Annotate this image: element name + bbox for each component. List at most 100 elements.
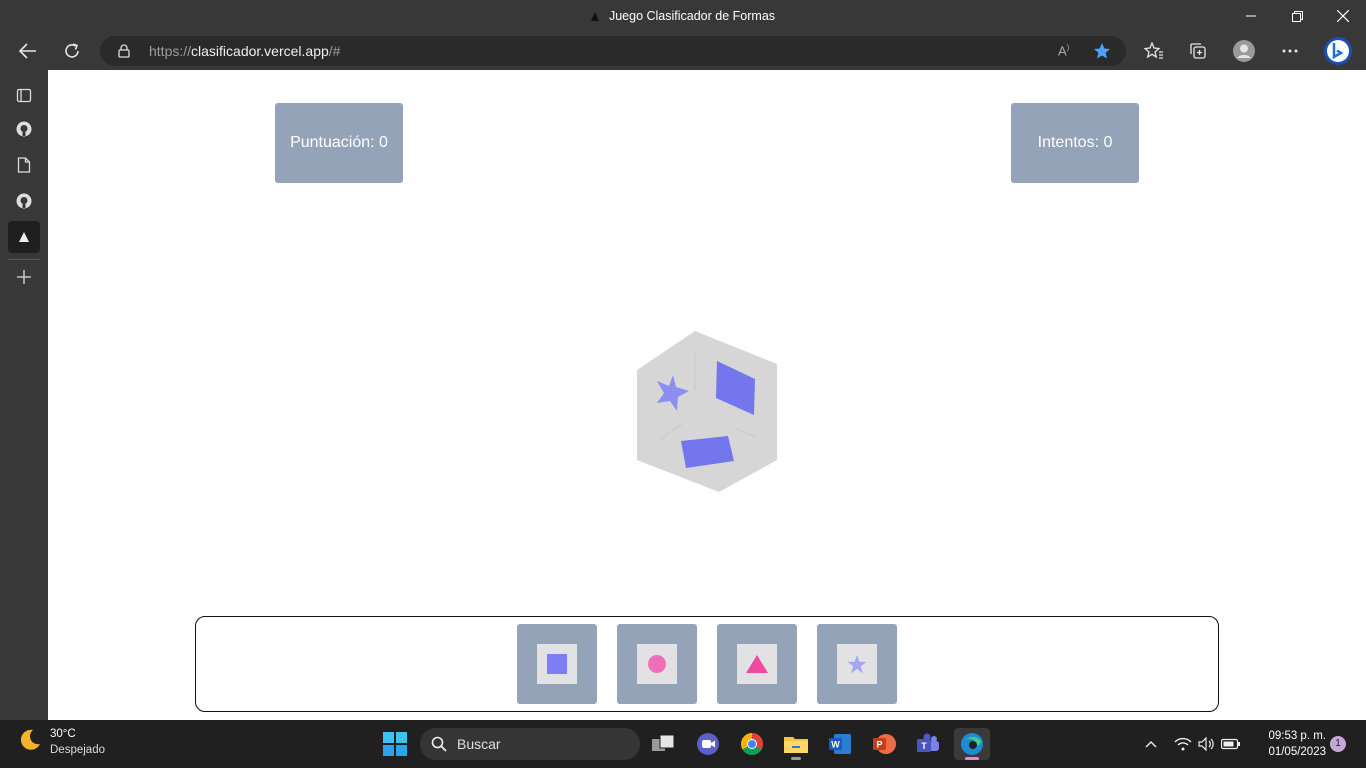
tab-actions-icon — [16, 88, 32, 103]
window-title-text: Juego Clasificador de Formas — [608, 9, 776, 23]
slot-star[interactable] — [817, 624, 897, 704]
battery-status[interactable] — [1220, 732, 1242, 756]
battery-icon — [1221, 738, 1240, 750]
volume-status[interactable] — [1196, 732, 1218, 756]
taskbar-clock[interactable]: 09:53 p. m. 01/05/2023 — [1250, 728, 1326, 760]
moon-icon — [20, 729, 40, 750]
shape-die[interactable] — [637, 331, 777, 492]
taskbar-search[interactable]: Buscar — [420, 728, 640, 760]
slot-square-target — [537, 644, 577, 684]
triangle-icon — [746, 655, 768, 673]
edge-button[interactable] — [954, 728, 990, 760]
github-icon — [16, 193, 32, 209]
teams-icon: T — [917, 733, 939, 752]
restore-icon — [1291, 10, 1303, 22]
new-tab-button[interactable] — [8, 261, 40, 293]
title-bar: Juego Clasificador de Formas — [0, 0, 1366, 32]
word-icon: W — [829, 734, 851, 754]
tab-actions-button[interactable] — [8, 79, 40, 111]
url-scheme: https:// — [149, 43, 192, 59]
chrome-icon — [741, 733, 763, 755]
svg-text:P: P — [876, 740, 882, 750]
settings-more-button[interactable] — [1274, 36, 1306, 66]
more-dots-icon — [1282, 49, 1298, 53]
close-window-button[interactable] — [1320, 0, 1366, 32]
slot-square[interactable] — [517, 624, 597, 704]
weather-widget[interactable]: 30°C Despejado — [18, 728, 105, 757]
refresh-icon — [65, 43, 79, 58]
word-button[interactable]: W — [822, 728, 858, 760]
minimize-icon — [1246, 15, 1256, 17]
wifi-icon — [1174, 737, 1192, 751]
notification-badge[interactable]: 1 — [1330, 736, 1346, 752]
url-host: clasificador.vercel.app — [191, 43, 329, 59]
running-indicator — [791, 757, 801, 760]
sidebar-divider — [8, 259, 40, 260]
close-icon — [1337, 10, 1349, 22]
bing-copilot-button[interactable] — [1320, 36, 1356, 66]
tab-github-2[interactable] — [8, 185, 40, 217]
site-logo-icon — [590, 12, 599, 21]
slot-triangle-target — [737, 644, 777, 684]
windows-start-icon — [383, 732, 407, 756]
bing-icon — [1324, 37, 1352, 65]
teams-button[interactable]: T — [910, 728, 946, 760]
speaker-icon — [1198, 737, 1214, 751]
wifi-status[interactable] — [1172, 732, 1194, 756]
url-text: https://clasificador.vercel.app/# — [149, 43, 340, 59]
lock-icon — [118, 44, 130, 58]
back-arrow-icon — [19, 43, 36, 59]
address-bar[interactable]: https://clasificador.vercel.app/# A) — [100, 36, 1126, 66]
svg-text:T: T — [921, 741, 927, 751]
sorting-board — [195, 616, 1219, 712]
powerpoint-button[interactable]: P — [866, 728, 902, 760]
slot-circle-target — [637, 644, 677, 684]
tab-document[interactable] — [8, 149, 40, 181]
favorite-star-icon[interactable] — [1093, 42, 1111, 60]
active-indicator — [965, 757, 979, 760]
url-path: /# — [328, 43, 341, 59]
plus-icon — [17, 270, 31, 284]
powerpoint-icon: P — [873, 734, 896, 754]
circle-icon — [648, 655, 666, 673]
search-label: Buscar — [457, 736, 501, 752]
browser-toolbar: https://clasificador.vercel.app/# A) — [0, 32, 1366, 70]
die-face — [637, 331, 777, 492]
chevron-up-icon — [1145, 741, 1157, 748]
start-button[interactable] — [377, 728, 413, 760]
restore-button[interactable] — [1274, 0, 1320, 32]
slot-circle[interactable] — [617, 624, 697, 704]
svg-text:W: W — [831, 740, 840, 750]
show-hidden-icons-button[interactable] — [1140, 732, 1162, 756]
github-icon — [16, 121, 32, 137]
weather-condition: Despejado — [50, 744, 105, 756]
edge-icon — [961, 733, 983, 755]
collections-icon — [1190, 43, 1206, 59]
square-icon — [547, 654, 567, 674]
star-icon — [847, 654, 867, 673]
favorites-icon — [1144, 42, 1163, 59]
task-view-button[interactable] — [646, 728, 682, 760]
slot-triangle[interactable] — [717, 624, 797, 704]
taskbar: 30°C Despejado Buscar W P T 09:53 p. m. … — [0, 720, 1366, 768]
teams-chat-icon — [697, 733, 719, 755]
file-explorer-button[interactable] — [778, 728, 814, 760]
site-logo-icon — [19, 232, 29, 242]
favorites-button[interactable] — [1138, 36, 1170, 66]
collections-button[interactable] — [1182, 36, 1214, 66]
tab-active-site[interactable] — [8, 221, 40, 253]
back-button[interactable] — [12, 36, 44, 66]
weather-temp: 30°C — [50, 728, 76, 740]
profile-button[interactable] — [1228, 36, 1260, 66]
read-aloud-icon[interactable]: A) — [1058, 43, 1069, 58]
refresh-button[interactable] — [56, 36, 88, 66]
minimize-button[interactable] — [1228, 0, 1274, 32]
clock-date: 01/05/2023 — [1268, 746, 1326, 758]
tab-github-1[interactable] — [8, 113, 40, 145]
chrome-button[interactable] — [734, 728, 770, 760]
document-icon — [17, 157, 31, 173]
chat-app-button[interactable] — [690, 728, 726, 760]
slot-star-target — [837, 644, 877, 684]
score-box: Puntuación: 0 — [275, 103, 403, 183]
profile-avatar-icon — [1233, 40, 1255, 62]
